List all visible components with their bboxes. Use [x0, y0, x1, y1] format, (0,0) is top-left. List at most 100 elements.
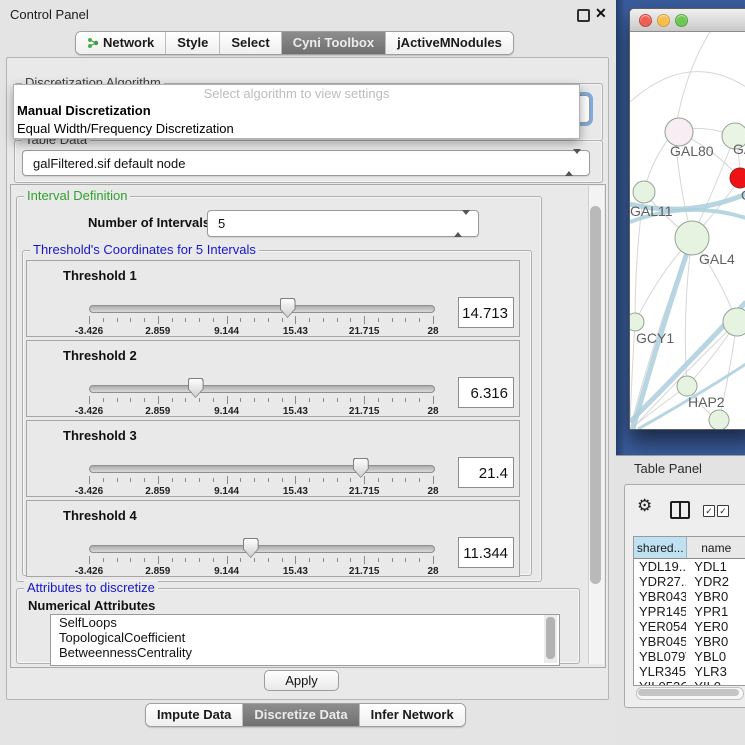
settings-scrollbar-thumb[interactable]	[590, 206, 601, 584]
tab-select[interactable]: Select	[219, 32, 280, 54]
slider-thumb[interactable]	[353, 458, 369, 478]
threshold-value-field[interactable]: 21.4	[458, 457, 514, 488]
threshold-value-field[interactable]: 14.713	[458, 297, 514, 328]
table-row[interactable]: YIL053CYIL0	[634, 679, 745, 686]
split-columns-icon[interactable]	[670, 501, 690, 519]
network-node-label: GAL4	[699, 251, 735, 267]
table-row[interactable]: YDL19...YDL1	[634, 559, 745, 574]
table-settings-gear-icon[interactable]: ⚙	[637, 496, 652, 516]
network-node-gal11[interactable]	[633, 181, 655, 203]
tab-network[interactable]: Network	[76, 32, 165, 54]
attribute-list-item[interactable]: SelfLoops	[51, 615, 559, 630]
table-data-combobox[interactable]: galFiltered.sif default node	[22, 150, 590, 176]
cell-name: YBR0	[686, 589, 745, 604]
table-row[interactable]: YLR345WYLR3	[634, 664, 745, 679]
slider-tick	[392, 478, 393, 482]
dropdown-option-equal-width-frequency[interactable]: Equal Width/Frequency Discretization	[14, 120, 579, 138]
network-node-gcy1[interactable]	[630, 313, 644, 331]
numerical-attributes-list: SelfLoopsTopologicalCoefficientBetweenne…	[50, 614, 560, 666]
table-rows: YDL19...YDL1YDR27...YDR2YBR043CYBR0YPR14…	[634, 559, 745, 686]
window-minimize-button[interactable]	[657, 14, 670, 27]
slider-tick	[185, 478, 186, 482]
network-edge	[630, 322, 635, 422]
threshold-label: Threshold 4	[63, 508, 137, 523]
network-node[interactable]	[709, 410, 729, 429]
cell-shared-name: YLR345W	[634, 664, 686, 679]
slider-tick	[364, 396, 365, 404]
cell-shared-name: YBR043C	[634, 589, 686, 604]
slider-tick	[309, 398, 310, 402]
slider-tick	[103, 478, 104, 482]
table-row[interactable]: YBR045CYBR0	[634, 634, 745, 649]
slider-tick	[392, 558, 393, 562]
threshold-value-field[interactable]: 11.344	[458, 537, 514, 568]
slider-thumb-face	[354, 459, 368, 477]
threshold-value-field[interactable]: 6.316	[458, 377, 514, 408]
attribute-list-item[interactable]: TopologicalCoefficient	[51, 630, 559, 645]
threshold-slider-track[interactable]	[89, 385, 435, 393]
cell-name: YPR1	[686, 604, 745, 619]
network-node-c[interactable]	[730, 168, 745, 188]
network-edge	[675, 32, 710, 131]
slider-tick-label: 2.859	[145, 566, 170, 577]
slider-tick	[323, 558, 324, 562]
window-close-button[interactable]	[639, 14, 652, 27]
threshold-slider-track[interactable]	[89, 465, 435, 473]
slider-tick	[378, 478, 379, 482]
table-row[interactable]: YPR145WYPR1	[634, 604, 745, 619]
network-canvas[interactable]: GAL80GACGAL11GAL4GCY1HHAP2	[630, 32, 745, 429]
tab-style[interactable]: Style	[165, 32, 219, 54]
attribute-list-item[interactable]: BetweennessCentrality	[51, 645, 559, 660]
slider-tick	[240, 398, 241, 402]
attributes-scrollbar-thumb[interactable]	[546, 617, 555, 659]
column-header-shared-name[interactable]: shared...	[634, 537, 687, 559]
slider-tick	[364, 316, 365, 324]
slider-tick	[433, 396, 434, 404]
slider-thumb[interactable]	[188, 378, 204, 398]
column-checkbox-icon[interactable]: ✓	[717, 505, 729, 517]
slider-tick	[378, 558, 379, 562]
apply-button[interactable]: Apply	[264, 670, 339, 691]
slider-thumb[interactable]	[243, 538, 259, 558]
table-row[interactable]: YBR043CYBR0	[634, 589, 745, 604]
table-row[interactable]: YBL079WYBL0	[634, 649, 745, 664]
threshold-slider-track[interactable]	[89, 305, 435, 313]
column-checkbox-icon[interactable]: ✓	[703, 505, 715, 517]
threshold-slider-track[interactable]	[89, 545, 435, 553]
table-row[interactable]: YDR27...YDR2	[634, 574, 745, 589]
tab-cyni-toolbox[interactable]: Cyni Toolbox	[281, 32, 385, 54]
slider-tick-label: 15.43	[283, 326, 308, 337]
dropdown-option-manual-discretization[interactable]: Manual Discretization	[14, 102, 579, 120]
slider-thumb[interactable]	[280, 298, 296, 318]
slider-tick	[323, 478, 324, 482]
float-window-icon[interactable]	[577, 9, 590, 22]
slider-tick	[254, 398, 255, 402]
tab-impute-data[interactable]: Impute Data	[146, 704, 242, 726]
window-zoom-button[interactable]	[675, 14, 688, 27]
network-node-hap2[interactable]	[677, 376, 697, 396]
table-row[interactable]: YER054CYER0	[634, 619, 745, 634]
slider-tick-label: -3.426	[75, 566, 103, 577]
slider-tick	[199, 318, 200, 322]
network-window-titlebar[interactable]	[630, 9, 745, 32]
slider-tick-label: 21.715	[349, 326, 380, 337]
network-node-gal80[interactable]	[665, 118, 693, 146]
tab-infer-network[interactable]: Infer Network	[359, 704, 465, 726]
slider-tick	[227, 396, 228, 404]
network-node-gal4[interactable]	[675, 221, 709, 255]
tab-jactivemnodules[interactable]: jActiveMNodules	[385, 32, 513, 54]
cell-name: YDR2	[686, 574, 745, 589]
slider-tick	[323, 398, 324, 402]
tab-discretize-data[interactable]: Discretize Data	[242, 704, 358, 726]
table-header-row: shared... name	[634, 537, 745, 559]
slider-tick	[89, 396, 90, 404]
network-node-label: GAL11	[630, 203, 673, 219]
slider-tick	[433, 476, 434, 484]
table-hscrollbar-thumb[interactable]	[638, 689, 739, 696]
num-intervals-combobox[interactable]: 5	[207, 210, 479, 237]
slider-thumb-face	[281, 299, 295, 317]
close-icon[interactable]: ✕	[595, 5, 607, 22]
cell-name: YDL1	[686, 559, 745, 574]
column-header-name[interactable]: name	[687, 537, 745, 559]
slider-tick	[117, 558, 118, 562]
